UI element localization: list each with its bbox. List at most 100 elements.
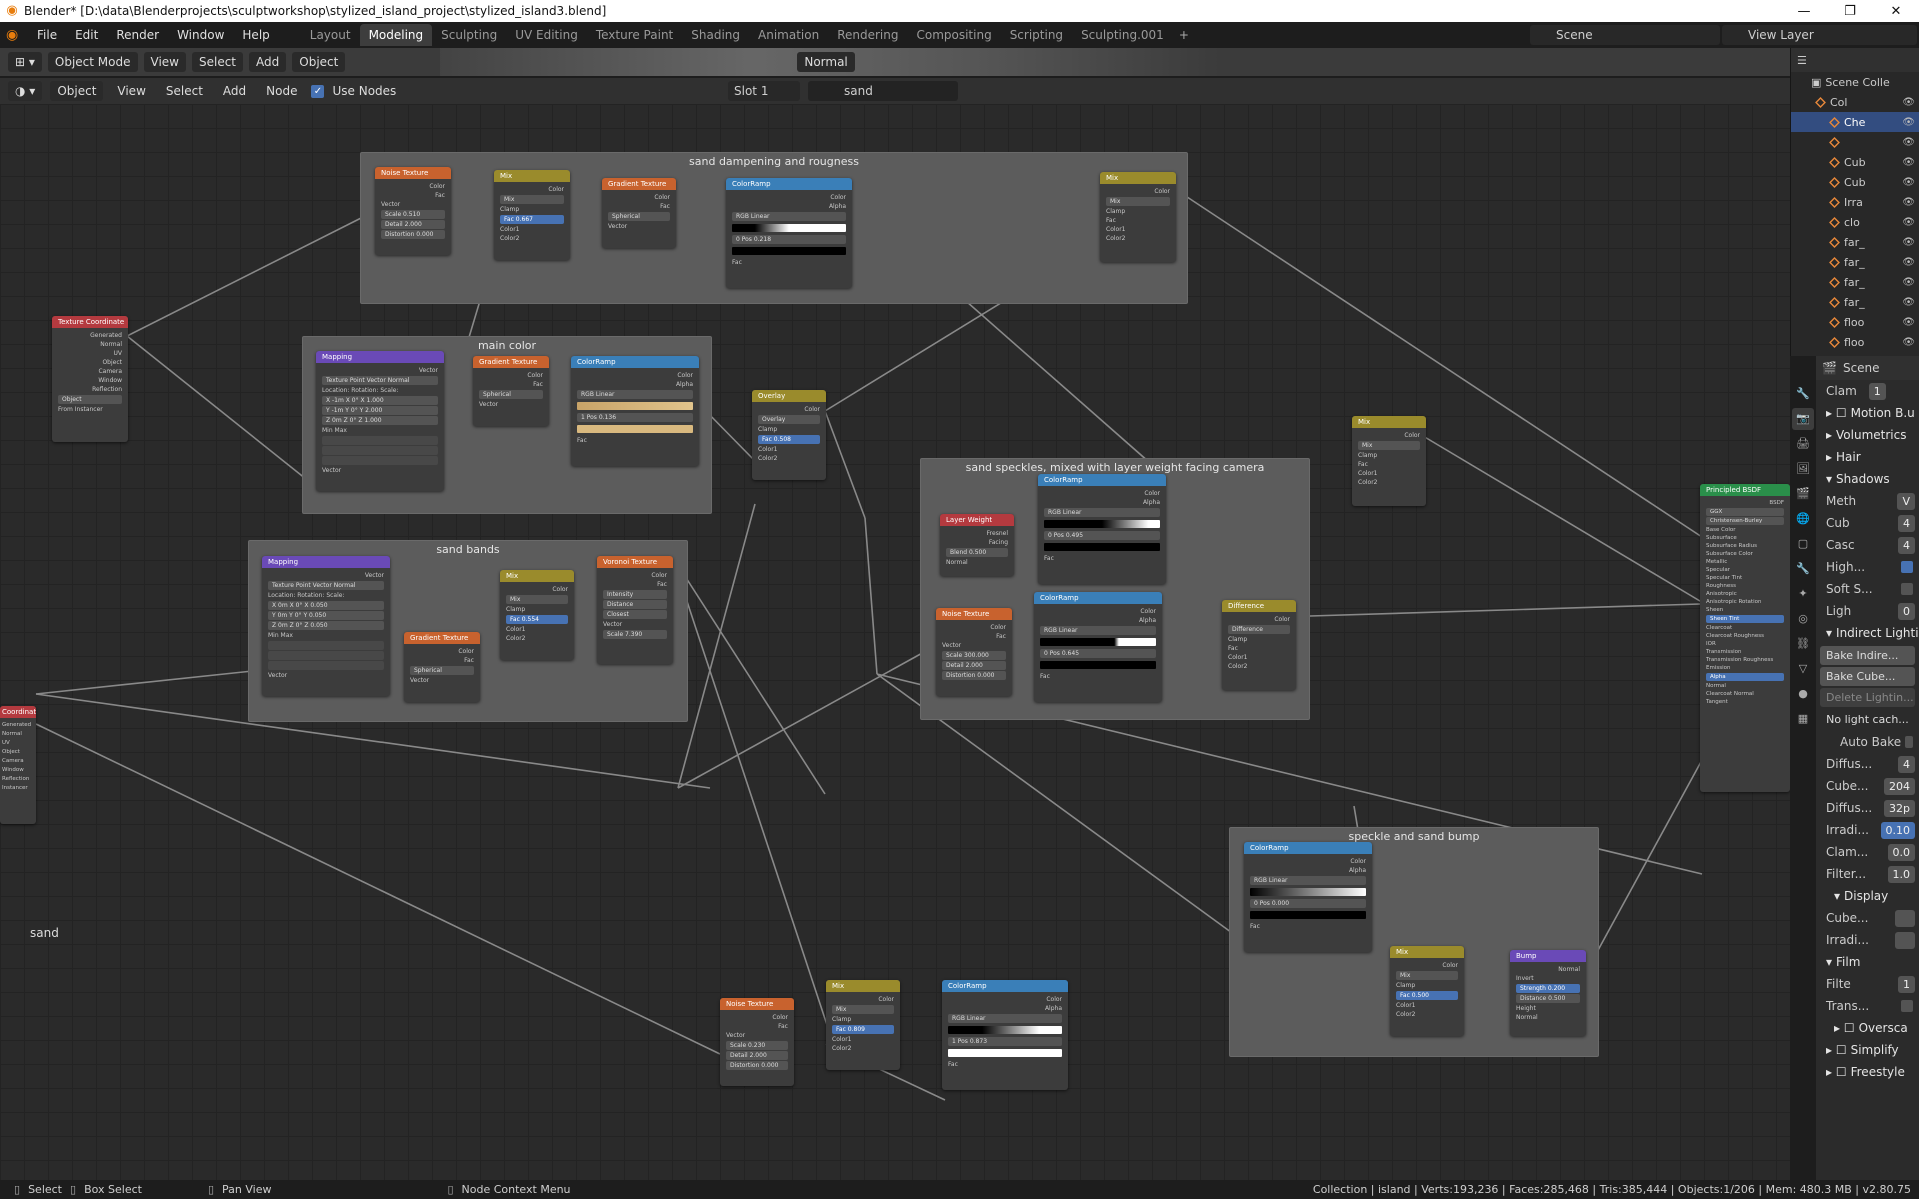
bsdf-input[interactable]: Clearcoat Roughness xyxy=(1706,632,1784,640)
diffuse-bounces-field[interactable]: 4 xyxy=(1898,755,1915,773)
fac-slider[interactable]: Fac 0.508 xyxy=(758,435,820,444)
clamp-checkbox[interactable]: Clamp xyxy=(832,1015,894,1024)
ramp-mode-dropdown[interactable]: RGB Linear xyxy=(948,1014,1062,1023)
clamp-field[interactable]: 1 xyxy=(1868,382,1886,400)
mapping-values-x[interactable]: X 0m X 0° X 0.050 xyxy=(268,601,384,610)
bake-indirect-button[interactable]: Bake Indire... xyxy=(1820,646,1915,665)
color-ramp-bar[interactable] xyxy=(577,402,693,410)
node-menu-add[interactable]: Add xyxy=(217,84,252,98)
menu-edit[interactable]: Edit xyxy=(66,22,107,48)
tab-sculpting[interactable]: Sculpting xyxy=(432,24,506,46)
tab-uv-editing[interactable]: UV Editing xyxy=(506,24,587,46)
visibility-eye-icon[interactable]: 👁 xyxy=(1902,157,1915,168)
node-value-field[interactable]: Scale 300.000 xyxy=(942,651,1006,660)
viewport-menu-add[interactable]: Add xyxy=(249,52,287,72)
shader-type-dropdown[interactable]: Object xyxy=(50,81,104,101)
visibility-eye-icon[interactable]: 👁 xyxy=(1902,257,1915,268)
modifier-tab-icon[interactable]: 🔧 xyxy=(1792,558,1814,580)
bsdf-input[interactable]: Clearcoat xyxy=(1706,624,1784,632)
light-threshold-field[interactable]: 0 xyxy=(1898,602,1915,620)
node-mix[interactable]: Mix Color Mix Clamp Fac 0.809 Color1 Col… xyxy=(826,980,900,1070)
section-film[interactable]: ▾ Film xyxy=(1816,951,1919,973)
outliner-item[interactable]: Che 👁 xyxy=(1791,112,1919,132)
constraints-tab-icon[interactable]: ⛓ xyxy=(1792,633,1814,655)
fac-slider[interactable]: Fac 0.500 xyxy=(1396,991,1458,1000)
bsdf-input[interactable]: GGX xyxy=(1706,508,1784,516)
visibility-eye-icon[interactable]: 👁 xyxy=(1902,197,1915,208)
bsdf-input[interactable]: Base Color xyxy=(1706,526,1784,534)
bsdf-input[interactable]: Roughness xyxy=(1706,582,1784,590)
visibility-eye-icon[interactable]: 👁 xyxy=(1902,217,1915,228)
bsdf-input[interactable]: Subsurface Color xyxy=(1706,550,1784,558)
blend-mode-dropdown[interactable]: Difference xyxy=(1228,625,1290,634)
ramp-color-swatch[interactable] xyxy=(577,425,693,433)
display-cubemap-field[interactable] xyxy=(1894,909,1915,927)
section-volumetrics[interactable]: ▸ Volumetrics xyxy=(1816,424,1919,446)
section-display[interactable]: ▾ Display xyxy=(1816,885,1919,907)
cascade-size-dropdown[interactable]: 4 xyxy=(1898,536,1915,554)
outliner-item[interactable]: Col 👁 xyxy=(1791,92,1919,112)
physics-tab-icon[interactable]: ◎ xyxy=(1792,608,1814,630)
bsdf-input[interactable]: Emission xyxy=(1706,664,1784,672)
particles-tab-icon[interactable]: ✦ xyxy=(1792,583,1814,605)
display-irradiance-field[interactable] xyxy=(1894,931,1915,949)
outliner-item[interactable]: Cub 👁 xyxy=(1791,152,1919,172)
visibility-eye-icon[interactable]: 👁 xyxy=(1902,237,1915,248)
section-motion-blur[interactable]: ▸ ☐ Motion B.u xyxy=(1816,402,1919,424)
minimize-button[interactable]: — xyxy=(1781,4,1827,19)
close-button[interactable]: ✕ xyxy=(1873,4,1919,19)
clamp-checkbox[interactable]: Clamp xyxy=(1358,451,1420,460)
outliner-item[interactable]: far_ 👁 xyxy=(1791,252,1919,272)
outliner-scene-collection[interactable]: ▣ Scene Colle xyxy=(1791,72,1919,92)
node-mix[interactable]: Mix Color Mix Clamp Fac 0.667 Color1 Col… xyxy=(494,170,570,260)
clamp-glossy-field[interactable]: 0.0 xyxy=(1887,843,1915,861)
mapping-values-z[interactable]: Z 0m Z 0° Z 1.000 xyxy=(322,416,438,425)
tab-texture-paint[interactable]: Texture Paint xyxy=(587,24,682,46)
visibility-eye-icon[interactable]: 👁 xyxy=(1902,97,1915,108)
data-tab-icon[interactable]: ▽ xyxy=(1792,658,1814,680)
mapping-type-tabs[interactable]: Texture Point Vector Normal xyxy=(322,376,438,385)
bsdf-input[interactable]: Subsurface xyxy=(1706,534,1784,542)
render-tab-icon[interactable]: 📷 xyxy=(1792,408,1814,430)
ramp-stop-field[interactable]: 0 Pos 0.495 xyxy=(1044,531,1160,540)
tab-layout[interactable]: Layout xyxy=(301,24,360,46)
clamp-checkbox[interactable]: Clamp xyxy=(500,205,564,214)
bsdf-input[interactable]: Transmission xyxy=(1706,648,1784,656)
visibility-eye-icon[interactable]: 👁 xyxy=(1902,337,1915,348)
visibility-eye-icon[interactable]: 👁 xyxy=(1902,177,1915,188)
bake-cubemap-button[interactable]: Bake Cube... xyxy=(1820,667,1915,686)
world-tab-icon[interactable]: 🌐 xyxy=(1792,508,1814,530)
blend-mode-dropdown[interactable]: Mix xyxy=(1106,197,1170,206)
node-value-field[interactable]: Distortion 0.000 xyxy=(726,1061,788,1070)
mapping-values-y[interactable]: Y 0m Y 0° Y 0.050 xyxy=(268,611,384,620)
color-ramp-bar[interactable] xyxy=(1044,520,1160,528)
fac-slider[interactable]: Fac 0.667 xyxy=(500,215,564,224)
visibility-eye-icon[interactable]: 👁 xyxy=(1902,117,1915,128)
scene-tab-icon[interactable]: 🎬 xyxy=(1792,483,1814,505)
color-ramp-bar[interactable] xyxy=(732,224,846,232)
viewport-menu-select[interactable]: Select xyxy=(191,52,244,72)
invert-checkbox[interactable]: Invert xyxy=(1516,974,1580,983)
blend-mode-dropdown[interactable]: Mix xyxy=(832,1005,894,1014)
bsdf-input[interactable]: Christensen-Burley xyxy=(1706,517,1784,525)
node-value-field[interactable]: Scale 0.230 xyxy=(726,1041,788,1050)
ramp-mode-dropdown[interactable]: RGB Linear xyxy=(1250,876,1366,885)
ramp-color-swatch[interactable] xyxy=(1044,543,1160,551)
tab-modeling[interactable]: Modeling xyxy=(359,24,433,46)
clamp-checkbox[interactable]: Clamp xyxy=(758,425,820,434)
bsdf-input[interactable]: Metallic xyxy=(1706,558,1784,566)
ramp-mode-dropdown[interactable]: RGB Linear xyxy=(1044,508,1160,517)
texture-tab-icon[interactable]: ▦ xyxy=(1792,708,1814,730)
menu-help[interactable]: Help xyxy=(233,22,278,48)
node-voronoi-texture[interactable]: Voronoi Texture Color Fac Intensity Dist… xyxy=(597,556,673,664)
distance-field[interactable]: Distance 0.500 xyxy=(1516,994,1580,1003)
blend-mode-dropdown[interactable]: Mix xyxy=(500,195,564,204)
node-gradient-texture[interactable]: Gradient Texture Color Fac Spherical Vec… xyxy=(404,632,480,702)
voronoi-metric-dropdown[interactable]: Distance xyxy=(603,600,667,609)
ramp-stop-field[interactable]: 0 Pos 0.645 xyxy=(1040,649,1156,658)
section-simplify[interactable]: ▸ ☐ Simplify xyxy=(1816,1039,1919,1061)
section-hair[interactable]: ▸ Hair xyxy=(1816,446,1919,468)
cube-size-dropdown[interactable]: 4 xyxy=(1898,514,1915,532)
bsdf-input[interactable]: Clearcoat Normal xyxy=(1706,690,1784,698)
outliner-item[interactable]: far_ 👁 xyxy=(1791,232,1919,252)
